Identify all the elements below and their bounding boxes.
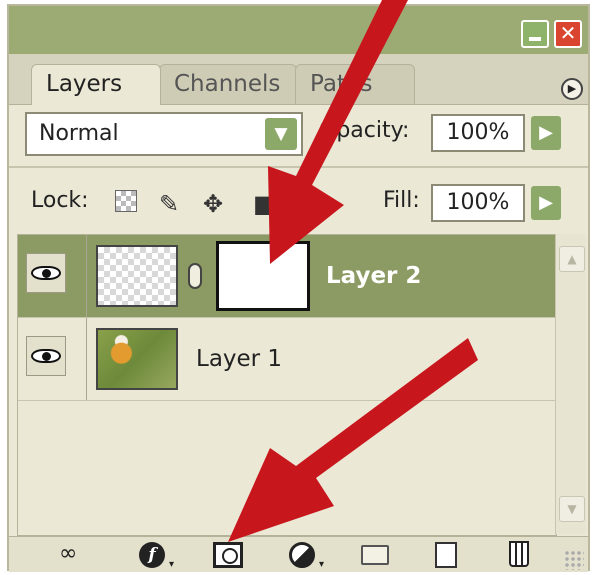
opacity-label: Opacity: <box>319 118 410 143</box>
new-layer-icon[interactable] <box>435 542 457 568</box>
fill-label: Fill: <box>383 188 420 213</box>
layer-thumbnail[interactable] <box>96 328 178 390</box>
tab-channels[interactable]: Channels <box>159 64 297 104</box>
panel-menu-icon[interactable]: ▶ <box>561 78 583 100</box>
eye-icon <box>31 349 61 363</box>
layer-style-icon[interactable]: f <box>139 542 165 568</box>
visibility-toggle[interactable] <box>26 253 66 293</box>
close-icon[interactable]: ✕ <box>554 20 582 48</box>
layers-panel: ✕ Layers Channels Paths ▶ Normal ▼ Opaci… <box>7 4 590 572</box>
layer-thumbnail[interactable] <box>96 245 178 307</box>
panel-titlebar: ✕ <box>9 6 588 54</box>
lock-label: Lock: <box>31 188 89 213</box>
delete-layer-icon[interactable] <box>509 541 529 567</box>
layers-list: Layer 2 Layer 1 <box>17 234 557 536</box>
eye-icon <box>31 266 61 280</box>
blend-mode-value: Normal <box>39 121 119 146</box>
tab-paths[interactable]: Paths <box>295 64 415 104</box>
adjustment-layer-icon[interactable] <box>289 542 315 568</box>
fill-slider-button[interactable]: ▶ <box>531 186 561 220</box>
brush-icon[interactable]: ✎ <box>159 190 179 218</box>
lock-icon[interactable]: ■ <box>253 190 276 218</box>
layer-name: Layer 2 <box>326 263 422 289</box>
scroll-down-icon[interactable]: ▼ <box>559 496 585 522</box>
layer-name: Layer 1 <box>196 346 283 372</box>
blend-opacity-row: Normal ▼ Opacity: 100% ▶ <box>9 104 588 166</box>
layers-toolbar: ∞ f ▾ ▾ <box>9 536 588 572</box>
opacity-input[interactable]: 100% <box>431 114 525 152</box>
add-layer-mask-icon[interactable] <box>213 542 243 568</box>
resize-grip-icon[interactable] <box>564 550 584 570</box>
move-icon[interactable]: ✥ <box>203 190 223 218</box>
lock-fill-row: Lock: ✎ ✥ ■ Fill: 100% ▶ <box>9 168 588 234</box>
layer-row-layer-1[interactable]: Layer 1 <box>18 318 556 401</box>
blend-mode-select[interactable]: Normal ▼ <box>25 112 303 156</box>
layers-scrollbar[interactable]: ▲ ▼ <box>555 234 586 534</box>
mask-link-icon[interactable] <box>188 263 202 289</box>
chevron-down-icon[interactable]: ▼ <box>265 118 297 150</box>
layer-row-layer-2[interactable]: Layer 2 <box>18 235 556 318</box>
link-layers-icon[interactable]: ∞ <box>59 541 77 566</box>
layer-mask-thumbnail[interactable] <box>216 241 310 311</box>
opacity-slider-button[interactable]: ▶ <box>531 116 561 150</box>
tab-strip: Layers Channels Paths ▶ <box>9 54 588 105</box>
tab-layers[interactable]: Layers <box>31 64 161 105</box>
new-group-icon[interactable] <box>361 545 389 565</box>
lock-transparent-pixels-icon[interactable] <box>115 190 137 212</box>
fill-input[interactable]: 100% <box>431 184 525 222</box>
minimize-icon[interactable] <box>521 20 549 48</box>
scroll-up-icon[interactable]: ▲ <box>559 246 585 272</box>
visibility-toggle[interactable] <box>26 336 66 376</box>
